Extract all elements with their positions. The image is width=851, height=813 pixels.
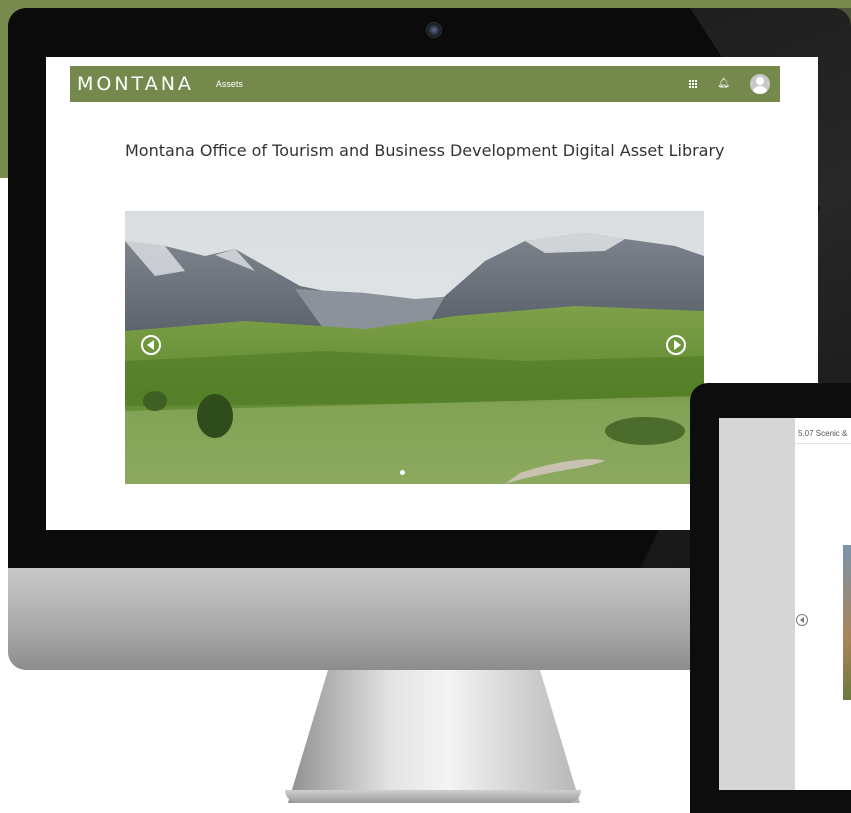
tablet-prev-button[interactable] bbox=[796, 614, 808, 626]
top-navbar: MONTANA Assets 🔔︎ bbox=[70, 66, 780, 102]
tablet-divider bbox=[795, 443, 851, 444]
navbar-actions: 🔔︎ bbox=[689, 74, 770, 94]
monitor-stand bbox=[288, 670, 580, 803]
camera-icon bbox=[426, 22, 442, 38]
carousel-prev-button[interactable] bbox=[141, 335, 161, 355]
arrow-left-icon bbox=[146, 340, 154, 350]
tablet-side-panel bbox=[719, 418, 795, 790]
arrow-left-icon bbox=[799, 617, 804, 623]
tablet-caption: 5.07 Scenic & bbox=[798, 429, 848, 438]
nav-link-assets[interactable]: Assets bbox=[216, 79, 243, 89]
apps-grid-icon[interactable] bbox=[689, 80, 698, 88]
arrow-right-icon bbox=[673, 340, 681, 350]
page-title: Montana Office of Tourism and Business D… bbox=[125, 141, 725, 160]
monitor-stand-base bbox=[285, 790, 581, 803]
landscape-image bbox=[125, 211, 704, 484]
bell-icon[interactable]: 🔔︎ bbox=[717, 79, 730, 89]
brand-logo[interactable]: MONTANA bbox=[77, 73, 194, 95]
tablet-photo bbox=[843, 545, 851, 700]
carousel-next-button[interactable] bbox=[666, 335, 686, 355]
avatar[interactable] bbox=[750, 74, 770, 94]
carousel-indicator-dot[interactable] bbox=[400, 470, 405, 475]
hero-carousel bbox=[125, 211, 704, 484]
